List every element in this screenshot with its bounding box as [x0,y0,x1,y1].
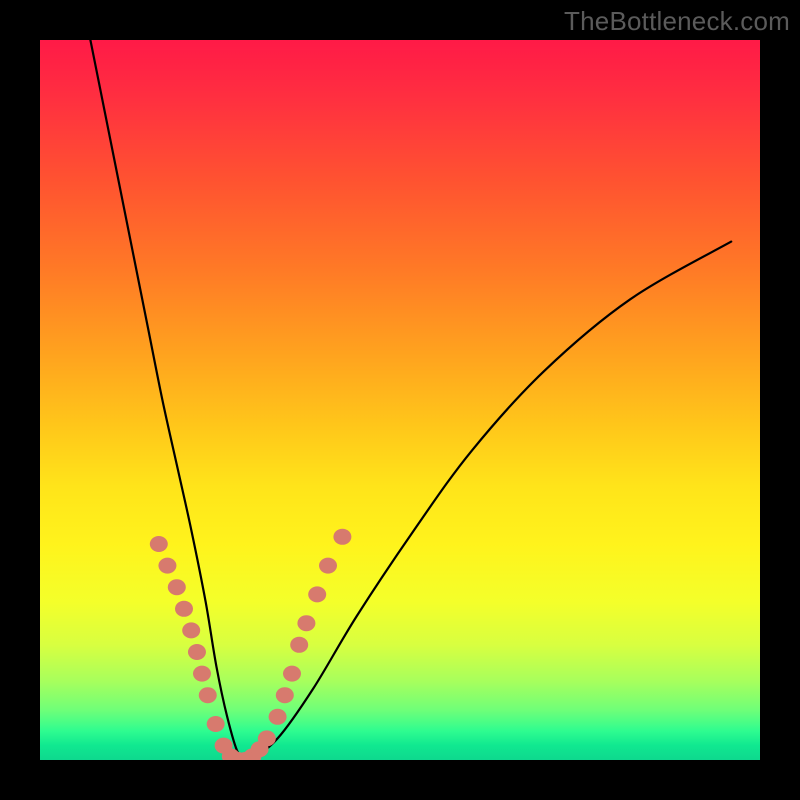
marker-dot [193,666,211,682]
bottleneck-curve [90,40,731,760]
marker-dot [308,586,326,602]
marker-dot [158,558,176,574]
marker-dot [258,730,276,746]
marker-dot [188,644,206,660]
marker-dot [290,637,308,653]
watermark-text: TheBottleneck.com [564,6,790,37]
highlight-points [150,529,352,760]
marker-dot [276,687,294,703]
marker-dot [283,666,301,682]
chart-frame: TheBottleneck.com [0,0,800,800]
marker-dot [199,687,217,703]
marker-dot [150,536,168,552]
marker-dot [269,709,287,725]
marker-dot [207,716,225,732]
marker-dot [175,601,193,617]
marker-dot [333,529,351,545]
plot-area [40,40,760,760]
marker-dot [319,558,337,574]
curve-svg [40,40,760,760]
marker-dot [168,579,186,595]
marker-dot [297,615,315,631]
marker-dot [182,622,200,638]
